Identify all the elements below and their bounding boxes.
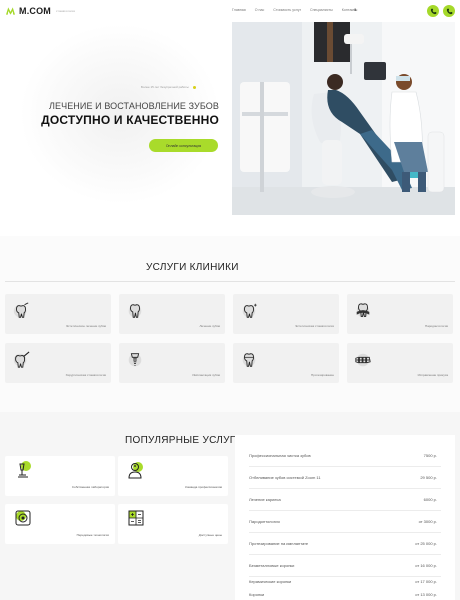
service-card-3[interactable]: Эстетическая стоматология [233,294,339,334]
feature-card-2: Команда профессионалов [118,456,228,496]
logo-mark-icon [6,7,15,15]
microscope-icon [18,461,31,478]
header: M.COM стоматология Главная О нас Стоимос… [0,0,460,22]
nav-item-about[interactable]: О нас [255,8,265,12]
price-name: Профессиональная чистка зубов [249,453,311,458]
feature-label: Передовые технологии [76,533,109,537]
price-row[interactable]: Отбеливание зубов системой Zoom 11 29 50… [249,467,441,489]
feature-card-4: Доступные цены [118,504,228,544]
service-label: Хирургическая стоматология [65,373,106,377]
online-consultation-button[interactable]: Онлайн консультация [149,139,218,152]
crown-tooth-icon [242,353,256,367]
service-label: Эстетическая стоматология [295,324,334,328]
implant-icon [128,353,142,367]
services-divider [5,281,455,282]
tooth-drill-icon [13,302,29,318]
nav-item-doctors[interactable]: Специалисты [310,8,333,12]
price-value: 7500 р. [423,453,437,458]
services-title: УСЛУГИ КЛИНИКИ [146,262,239,273]
nav-item-prices[interactable]: Стоимость услуг [273,8,301,12]
service-card-1[interactable]: Эстетическое лечение зубов [5,294,111,334]
page: M.COM стоматология Главная О нас Стоимос… [0,0,460,600]
service-label: Имплантация зубов [192,373,220,377]
service-label: Исправление прикуса [417,373,448,377]
price-value: от 3000 р. [418,519,437,524]
price-name: Отбеливание зубов системой Zoom 11 [249,475,321,480]
price-name: Протезирование на имплантате [249,541,309,546]
price-value: 29 500 р. [420,475,437,480]
callback-button[interactable] [443,5,455,17]
logo[interactable]: M.COM [6,6,51,16]
phone-call-icon [446,8,452,14]
main-nav: Главная О нас Стоимость услуг Специалист… [232,8,366,12]
service-label: Пародонтология [425,324,448,328]
camera-lens-icon [15,510,31,526]
price-name: Лечение кариеса [249,497,281,502]
price-row[interactable]: Пародонтология от 3000 р. [249,511,441,533]
hero-note-dot [192,85,196,89]
price-row[interactable]: Коронки от 13 000 р. [249,584,441,600]
feature-card-1: Собственная лаборатория [5,456,115,496]
hero-title-line1: ЛЕЧЕНИЕ И ВОСТАНОВЛЕНИЕ ЗУБОВ [48,101,219,111]
price-row[interactable]: Протезирование на имплантате от 25 000 р… [249,533,441,555]
service-label: Протезирование [311,373,334,377]
logo-text: M.COM [19,6,51,16]
gum-tooth-icon [356,303,370,318]
nav-item-home[interactable]: Главная [232,8,246,12]
service-card-8[interactable]: Исправление прикуса [347,343,453,383]
price-value: от 13 000 р. [415,592,437,597]
doctor-icon [128,462,143,479]
popular-title: ПОПУЛЯРНЫЕ УСЛУГИ [125,435,244,446]
phone-number[interactable]: 8 [354,7,356,12]
tooth-sparkle-icon [242,303,257,318]
service-card-4[interactable]: Пародонтология [347,294,453,334]
price-name: Безметалловые коронки [249,563,295,568]
price-value: от 16 000 р. [415,563,437,568]
service-label: Лечение зубов [199,324,220,328]
service-card-5[interactable]: Хирургическая стоматология [5,343,111,383]
whatsapp-button[interactable] [427,5,439,17]
hero-title-line2: ДОСТУПНО И КАЧЕСТВЕННО [41,113,219,127]
price-row[interactable]: Лечение кариеса 6000 р. [249,489,441,511]
price-row[interactable]: Профессиональная чистка зубов 7500 р. [249,445,441,467]
service-label: Эстетическое лечение зубов [65,324,106,328]
dental-office-illustration [232,22,455,215]
tooth-surgery-icon [13,351,30,368]
hero-note-text: Более 15 лет безупречной работы [141,85,189,89]
feature-label: Команда профессионалов [185,485,222,489]
service-card-6[interactable]: Имплантация зубов [119,343,225,383]
price-name: Пародонтология [249,519,280,524]
feature-label: Доступные цены [198,533,222,537]
service-card-7[interactable]: Протезирование [233,343,339,383]
logo-subtitle: стоматология [56,9,75,13]
service-card-2[interactable]: Лечение зубов [119,294,225,334]
price-value: 6000 р. [423,497,437,502]
calculator-icon [128,510,144,526]
phone-icon [430,8,436,14]
hero-note: Более 15 лет безупречной работы [141,85,196,89]
hero-photo [232,22,455,215]
feature-label: Собственная лаборатория [71,485,109,489]
tooth-icon [128,304,142,318]
price-value: от 25 000 р. [415,541,437,546]
braces-icon [355,353,371,367]
feature-card-3: Передовые технологии [5,504,115,544]
price-name: Коронки [249,592,265,597]
